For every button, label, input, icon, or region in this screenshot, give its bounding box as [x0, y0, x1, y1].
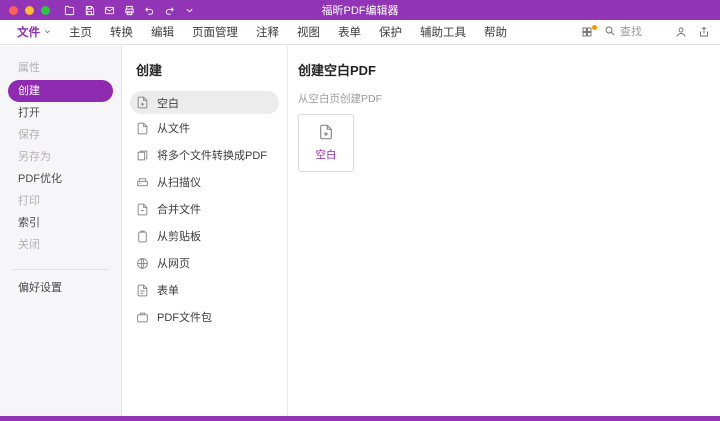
create-item-label: 从文件: [157, 123, 190, 135]
sidebar-item-save[interactable]: 保存: [0, 125, 121, 146]
menubar-right-controls: [581, 25, 710, 40]
sidebar-item-index[interactable]: 索引: [0, 213, 121, 234]
pdf-package-icon: [137, 312, 148, 322]
chevron-down-icon: [44, 26, 51, 38]
detail-panel: 创建空白PDF 从空白页创建PDF 空白: [288, 46, 720, 416]
search-input[interactable]: [620, 26, 664, 38]
create-item-blank[interactable]: 空白: [130, 91, 279, 114]
quick-access-toolbar: [64, 5, 195, 16]
menu-comment[interactable]: 注释: [247, 24, 288, 40]
create-item-merge-files[interactable]: 合并文件: [122, 196, 287, 222]
create-item-pdf-portfolio[interactable]: PDF文件包: [122, 304, 287, 330]
multi-file-icon: [137, 150, 148, 160]
create-item-label: 从网页: [157, 258, 190, 270]
webpage-icon: [137, 257, 148, 269]
find-field[interactable]: [604, 25, 664, 40]
create-item-label: 表单: [157, 285, 179, 297]
sidebar-item-properties[interactable]: 属性: [0, 58, 121, 79]
account-icon[interactable]: [675, 26, 687, 38]
form-icon: [137, 284, 148, 296]
sidebar-item-open[interactable]: 打开: [0, 103, 121, 124]
customize-toolbar-chevron-icon[interactable]: [184, 5, 195, 16]
create-item-from-scanner[interactable]: 从扫描仪: [122, 169, 287, 195]
sidebar-item-create[interactable]: 创建: [8, 80, 113, 102]
create-item-label: 合并文件: [157, 204, 201, 216]
sidebar-item-print[interactable]: 打印: [0, 191, 121, 212]
share-icon[interactable]: [698, 26, 710, 38]
create-item-label: 将多个文件转换成PDF: [157, 150, 267, 162]
create-item-label: 空白: [157, 97, 179, 110]
create-item-from-file[interactable]: 从文件: [122, 115, 287, 141]
menu-convert[interactable]: 转换: [101, 24, 142, 40]
notification-dot: [592, 25, 597, 30]
detail-subtitle: 从空白页创建PDF: [298, 93, 382, 105]
apps-icon[interactable]: [581, 25, 597, 38]
search-icon: [604, 25, 616, 40]
fullscreen-window-button[interactable]: [41, 5, 50, 15]
create-item-label: 从扫描仪: [157, 177, 201, 189]
window-controls: [0, 5, 50, 15]
menu-page-management[interactable]: 页面管理: [183, 24, 247, 40]
sidebar-item-close[interactable]: 关闭: [0, 235, 121, 256]
menu-edit[interactable]: 编辑: [142, 24, 183, 40]
menu-file-label: 文件: [17, 27, 40, 39]
menu-view[interactable]: 视图: [288, 24, 329, 40]
menu-help[interactable]: 帮助: [475, 24, 516, 40]
create-item-from-webpage[interactable]: 从网页: [122, 250, 287, 276]
sidebar-item-pdf-optimize[interactable]: PDF优化: [0, 169, 121, 190]
scanner-icon: [137, 177, 148, 186]
new-document-icon: [320, 124, 332, 140]
open-file-icon[interactable]: [64, 5, 75, 16]
create-item-form[interactable]: 表单: [122, 277, 287, 303]
menu-file[interactable]: 文件: [8, 24, 60, 40]
bottom-accent-bar: [0, 416, 720, 421]
blank-pdf-card[interactable]: 空白: [298, 114, 354, 172]
detail-title: 创建空白PDF: [298, 63, 377, 78]
menu-accessibility[interactable]: 辅助工具: [411, 24, 475, 40]
menu-bar: 文件 主页 转换 编辑 页面管理 注释 视图 表单 保护 辅助工具 帮助: [0, 20, 720, 45]
email-icon[interactable]: [104, 5, 115, 16]
from-file-icon: [137, 122, 148, 134]
menu-home[interactable]: 主页: [60, 24, 101, 40]
minimize-window-button[interactable]: [25, 5, 34, 15]
blank-page-icon: [137, 96, 148, 109]
blank-card-label: 空白: [315, 149, 337, 161]
create-item-label: 从剪贴板: [157, 231, 201, 243]
menu-form[interactable]: 表单: [329, 24, 370, 40]
sidebar-item-preferences[interactable]: 偏好设置: [0, 278, 121, 299]
menu-protect[interactable]: 保护: [370, 24, 411, 40]
title-bar: 福昕PDF编辑器: [0, 0, 720, 20]
create-item-label: PDF文件包: [157, 312, 212, 324]
file-sidebar: 属性 创建 打开 保存 另存为 PDF优化 打印 索引 关闭 偏好设置: [0, 46, 122, 416]
create-panel-title: 创建: [136, 63, 163, 78]
redo-icon[interactable]: [164, 5, 175, 16]
sidebar-item-save-as[interactable]: 另存为: [0, 147, 121, 168]
create-item-combine-multiple-files[interactable]: 将多个文件转换成PDF: [122, 142, 287, 168]
sidebar-divider: [12, 269, 109, 270]
undo-icon[interactable]: [144, 5, 155, 16]
create-item-from-clipboard[interactable]: 从剪贴板: [122, 223, 287, 249]
save-icon[interactable]: [84, 5, 95, 16]
clipboard-icon: [138, 230, 147, 242]
close-window-button[interactable]: [9, 5, 18, 15]
merge-files-icon: [137, 203, 148, 215]
print-icon[interactable]: [124, 5, 135, 16]
create-panel: 创建 空白 从文件 将多个文件转换成PDF 从扫描仪 合并文件 从剪贴板 从网页: [122, 46, 288, 416]
app-body: 属性 创建 打开 保存 另存为 PDF优化 打印 索引 关闭 偏好设置 创建 空…: [0, 46, 720, 416]
